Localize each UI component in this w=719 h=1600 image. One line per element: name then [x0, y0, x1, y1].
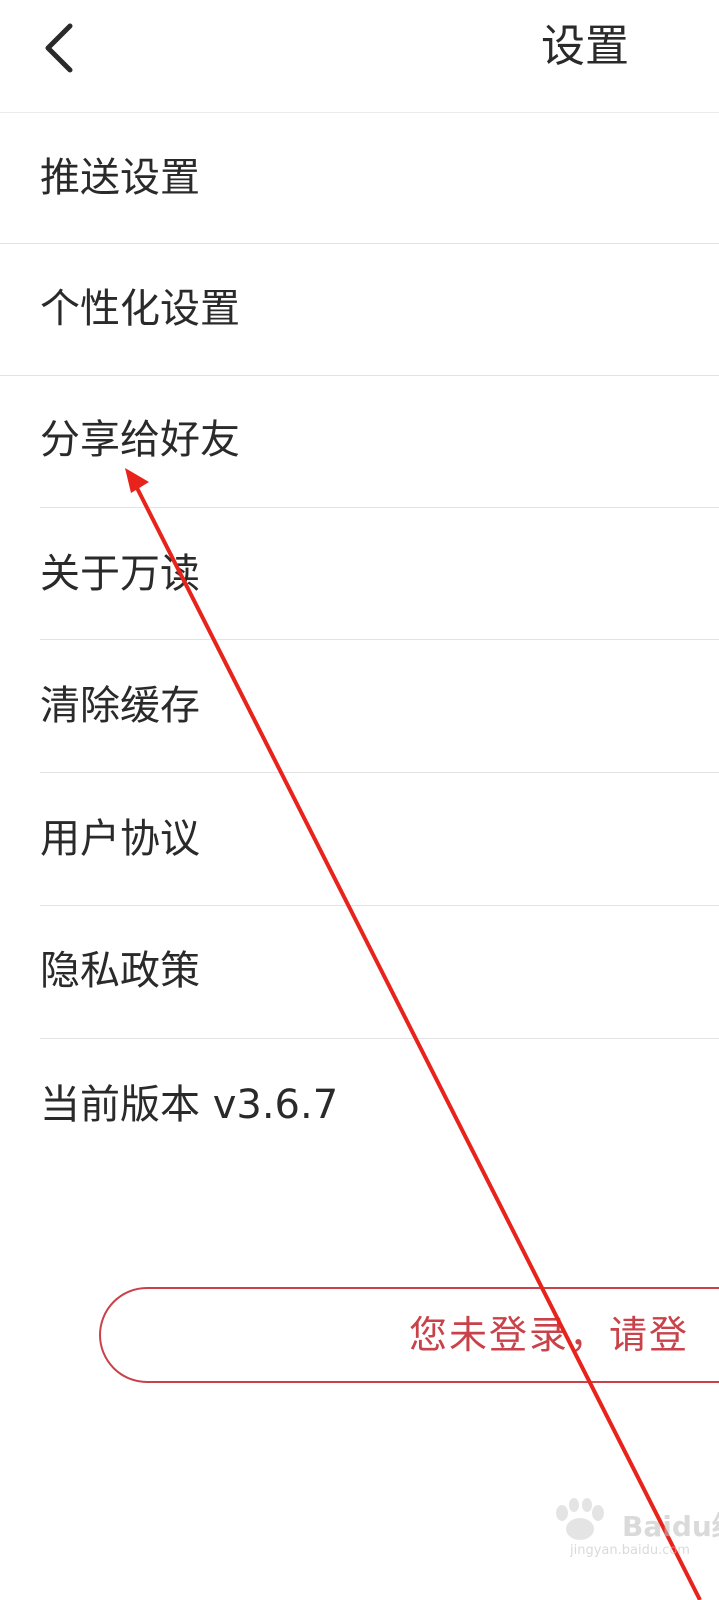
menu-item-share[interactable]: 分享给好友 [0, 376, 719, 507]
menu-item-label: 推送设置 [40, 155, 200, 201]
menu-item-user-agreement[interactable]: 用户协议 [0, 773, 719, 905]
menu-item-about[interactable]: 关于万读 [0, 508, 719, 639]
menu-item-version: 当前版本 v3.6.7 [0, 1039, 719, 1171]
header: 设置 [0, 0, 719, 113]
page-title: 设置 [541, 21, 629, 72]
login-button[interactable]: 您未登录，请登 [99, 1287, 719, 1383]
back-button[interactable] [30, 18, 90, 78]
menu-item-label: 隐私政策 [40, 948, 200, 994]
paw-icon [556, 1498, 604, 1540]
watermark-subtext: jingyan.baidu.com [570, 1543, 690, 1558]
settings-screen: 设置 推送设置 个性化设置 分享给好友 关于万读 清除缓存 用户协议 隐私政策 … [0, 0, 719, 1600]
menu-item-label: 分享给好友 [40, 417, 240, 463]
menu-item-personalization[interactable]: 个性化设置 [0, 244, 719, 375]
watermark-text: Baidu经验 [622, 1510, 719, 1543]
menu-item-privacy-policy[interactable]: 隐私政策 [0, 906, 719, 1038]
menu-item-push-settings[interactable]: 推送设置 [0, 113, 719, 244]
menu-item-label: 用户协议 [40, 816, 200, 862]
menu-item-label: 个性化设置 [40, 286, 240, 332]
baidu-watermark: Baidu经验 jingyan.baidu.com [540, 1495, 719, 1558]
chevron-left-icon [45, 23, 73, 73]
version-label: 当前版本 v3.6.7 [40, 1082, 339, 1128]
menu-item-clear-cache[interactable]: 清除缓存 [0, 640, 719, 772]
menu-item-label: 清除缓存 [40, 683, 200, 729]
menu-item-label: 关于万读 [40, 551, 200, 597]
login-button-label: 您未登录，请登 [409, 1313, 690, 1357]
